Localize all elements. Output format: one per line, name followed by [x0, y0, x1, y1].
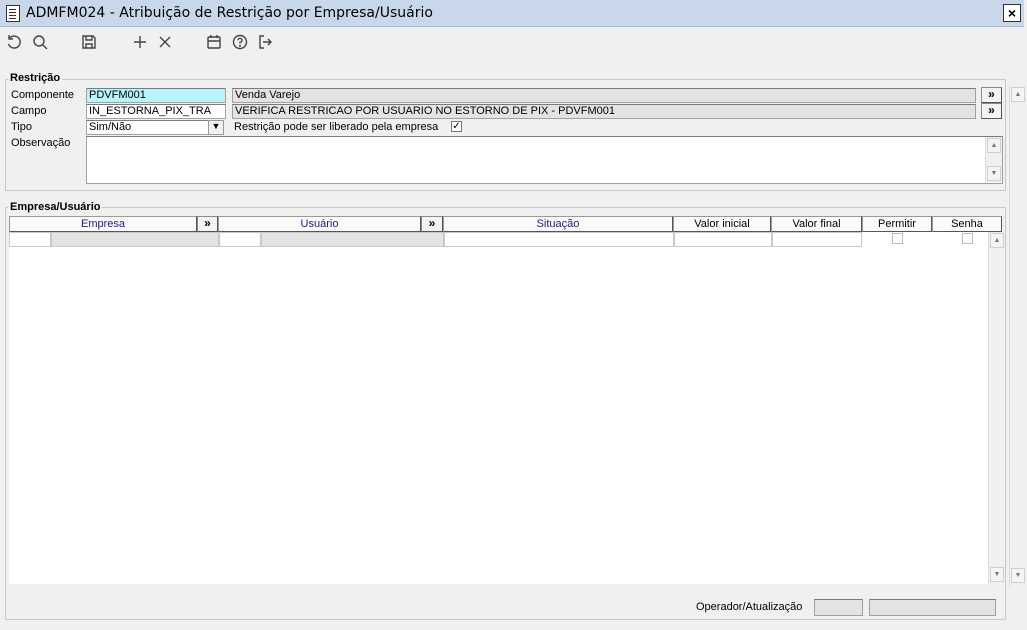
componente-lookup-button[interactable]: » [981, 87, 1002, 103]
column-header-valor-inicial[interactable]: Valor inicial [673, 216, 771, 232]
row-valor-final-cell[interactable] [772, 232, 862, 247]
chevron-down-icon[interactable]: ▼ [208, 120, 224, 135]
window-scrollbar[interactable]: ▲ ▼ [1009, 86, 1025, 586]
campo-description: VERIFICA RESTRICAO POR USUARIO NO ESTORN… [232, 104, 976, 119]
operador-label: Operador/Atualização [696, 601, 803, 613]
restricao-legend: Restrição [8, 72, 63, 84]
observacao-scrollbar[interactable]: ▲ ▼ [985, 137, 1002, 183]
toolbar [0, 27, 1024, 57]
campo-lookup-button[interactable]: » [981, 103, 1002, 119]
window-title: ADMFM024 - Atribuição de Restrição por E… [26, 5, 433, 21]
scroll-up-icon[interactable]: ▲ [990, 233, 1004, 248]
atualizacao-field [869, 599, 996, 616]
column-header-situacao[interactable]: Situação [443, 216, 673, 232]
row-senha-checkbox[interactable] [962, 233, 973, 244]
scroll-down-icon[interactable]: ▼ [1011, 568, 1025, 583]
close-button[interactable]: × [1003, 4, 1021, 22]
column-header-usuario[interactable]: Usuário [218, 216, 421, 232]
scroll-down-icon[interactable]: ▼ [990, 567, 1004, 582]
componente-description: Venda Varejo [232, 88, 976, 103]
grid-body [9, 231, 989, 584]
observacao-textarea[interactable] [86, 136, 1003, 184]
tipo-select[interactable]: Sim/Não [86, 120, 210, 135]
refresh-icon[interactable] [3, 31, 25, 53]
operador-field [814, 599, 863, 616]
scroll-up-icon[interactable]: ▲ [987, 138, 1001, 153]
scroll-up-icon[interactable]: ▲ [1011, 87, 1025, 102]
title-bar: ADMFM024 - Atribuição de Restrição por E… [0, 0, 1024, 27]
campo-label: Campo [11, 105, 47, 117]
observacao-label: Observação [11, 137, 71, 149]
row-usuario-code-cell[interactable] [219, 232, 261, 247]
row-empresa-name-cell [51, 232, 219, 247]
row-empresa-code-cell[interactable] [9, 232, 51, 247]
search-icon[interactable] [29, 31, 51, 53]
delete-icon[interactable] [154, 31, 176, 53]
liberado-checkbox[interactable]: ✓ [451, 121, 462, 132]
empresa-lookup-button[interactable]: » [197, 216, 218, 232]
row-valor-inicial-cell[interactable] [674, 232, 772, 247]
campo-input[interactable]: IN_ESTORNA_PIX_TRA [86, 104, 226, 119]
calendar-icon[interactable] [203, 31, 225, 53]
column-header-empresa[interactable]: Empresa [9, 216, 197, 232]
usuario-lookup-button[interactable]: » [421, 216, 443, 232]
tipo-label: Tipo [11, 121, 32, 133]
save-icon[interactable] [78, 31, 100, 53]
scroll-down-icon[interactable]: ▼ [987, 166, 1001, 181]
exit-icon[interactable] [254, 31, 276, 53]
row-usuario-name-cell [261, 232, 444, 247]
document-icon [6, 5, 20, 22]
componente-label: Componente [11, 89, 74, 101]
liberado-label: Restrição pode ser liberado pela empresa [234, 121, 439, 133]
add-icon[interactable] [129, 31, 151, 53]
column-header-senha[interactable]: Senha [932, 216, 1002, 232]
row-permitir-checkbox[interactable] [892, 233, 903, 244]
help-icon[interactable] [229, 31, 251, 53]
empresa-usuario-legend: Empresa/Usuário [8, 201, 103, 213]
grid-scrollbar[interactable]: ▲ ▼ [988, 232, 1004, 584]
column-header-permitir[interactable]: Permitir [862, 216, 932, 232]
column-header-valor-final[interactable]: Valor final [771, 216, 862, 232]
row-situacao-cell[interactable] [444, 232, 674, 247]
componente-input[interactable]: PDVFM001 [86, 88, 226, 103]
